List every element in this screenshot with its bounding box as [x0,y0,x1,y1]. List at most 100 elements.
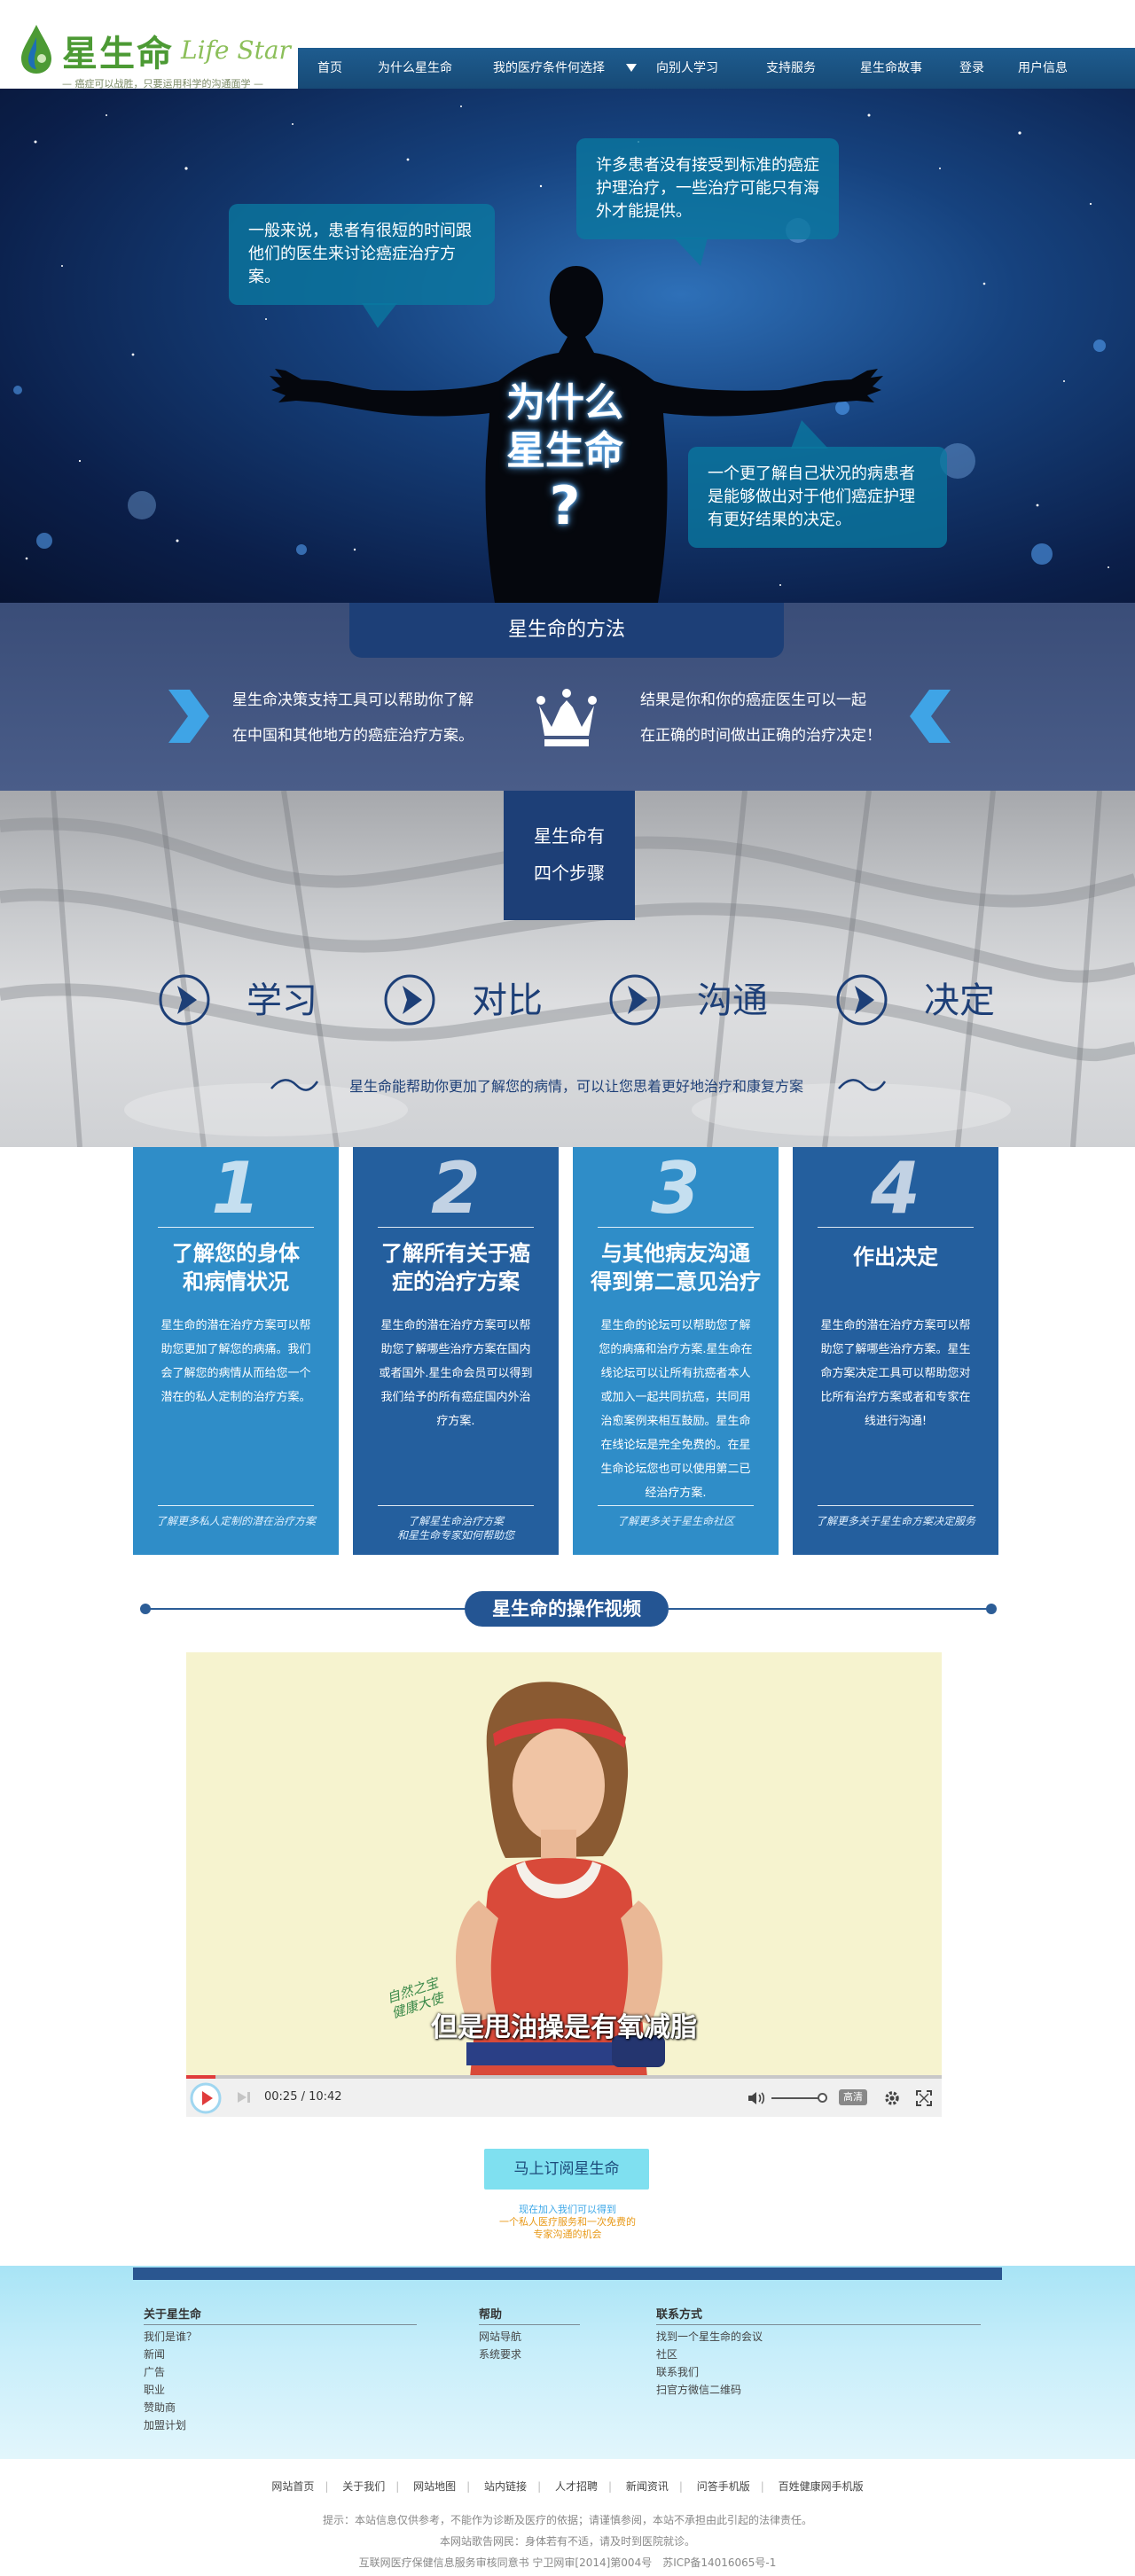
nav-user-info[interactable]: 用户信息 [1018,48,1068,89]
bottom-link-jobs[interactable]: 人才招聘 [544,2480,608,2493]
gear-icon[interactable] [883,2089,901,2107]
nav-stories[interactable]: 星生命故事 [860,48,922,89]
volume-icon[interactable] [747,2090,766,2106]
bottom-link-sitemap[interactable]: 网站地图 [403,2480,466,2493]
card-4-link[interactable]: 了解更多关于星生命方案决定服务 [798,1514,993,1528]
footer-link-sponsors[interactable]: 赞助商 [144,2399,176,2416]
volume-knob[interactable] [818,2093,827,2103]
bottom-link-health-mobile[interactable]: 百姓健康网手机版 [768,2480,874,2493]
nav-support[interactable]: 支持服务 [766,48,816,89]
four-steps-title-box: 星生命有 四个步骤 [504,791,635,920]
card-1-link-line1[interactable]: 了解更多私人定制的潜在治疗方案 [138,1514,333,1528]
card-1-link[interactable]: 了解更多私人定制的潜在治疗方案 [138,1514,333,1528]
four-steps-section: 星生命有 四个步骤 学习 对比 沟通 决定 星生命能帮助你更加了解您的病情，可以… [0,791,1135,1147]
video-time: 00:25 / 10:42 [264,2090,342,2104]
footer-link-meeting[interactable]: 找到一个星生命的会议 [656,2328,763,2346]
fullscreen-icon[interactable] [915,2089,933,2107]
play-circle-icon [836,974,888,1026]
site-logo[interactable]: 星生命 Life Star — 癌症可以战胜，只要运用科学的沟通面学 — [16,18,291,90]
footer-link-community[interactable]: 社区 [656,2346,677,2363]
footer-about-title: 关于星生命 [144,2308,202,2322]
card-1-number: 1 [211,1147,261,1229]
drop-logo-icon [21,25,51,74]
four-steps-note: 星生命能帮助你更加了解您的病情，可以让您思着更好地治疗和康复方案 [348,1078,803,1095]
footer-top-bar [133,2268,1002,2280]
method-section: 星生命的方法 星生命决策支持工具可以帮助你了解 在中国和其他地方的癌症治疗方案。… [0,603,1135,791]
bottom-link-news[interactable]: 新闻资讯 [615,2480,679,2493]
speech-bubble-left: 一般来说，患者有很短的时间跟他们的医生来讨论癌症治疗方案。 [229,204,495,328]
quality-button[interactable]: 高清 [839,2089,867,2105]
play-circle-icon [159,974,210,1026]
play-circle-icon [384,974,435,1026]
step-compare-label: 对比 [472,980,543,1021]
play-circle-icon [609,974,661,1026]
card-2-link[interactable]: 了解星生命治疗方案 和星生命专家如何帮助您 [358,1514,553,1542]
footer-link-sitemap-nav[interactable]: 网站导航 [479,2328,521,2346]
video-controls: 00:25 / 10:42 高清 [186,2075,942,2117]
card-divider [158,1505,314,1506]
video-progress-fill [186,2075,216,2079]
site-header: 星生命 Life Star — 癌症可以战胜，只要运用科学的沟通面学 — 首页 … [0,0,1135,90]
method-title: 星生命的方法 [349,603,784,658]
card-2-link-line1[interactable]: 了解星生命治疗方案 [358,1514,553,1528]
step-card-2: 2 了解所有关于癌 症的治疗方案 星生命的潜在治疗方案可以帮助您了解哪些治疗方案… [353,1147,559,1555]
footer-contact-title: 联系方式 [656,2308,703,2322]
nav-why[interactable]: 为什么星生命 [378,48,452,89]
card-2-number: 2 [431,1147,481,1229]
chevron-down-icon[interactable] [626,64,637,72]
card-2-link-line2[interactable]: 和星生命专家如何帮助您 [358,1528,553,1542]
step-learn[interactable]: 学习 [158,968,335,1030]
play-button-icon[interactable] [190,2082,222,2114]
legal-disclaimer: 提示：本站信息仅供参考，不能作为诊断及医疗的依据；请谨慎参阅，本站不承担由此引起… [322,2514,812,2526]
four-steps-title-line1: 星生命有 [534,825,605,847]
step-compare[interactable]: 对比 [383,968,560,1030]
chevron-left-icon [910,690,951,743]
volume-slider[interactable] [771,2097,821,2099]
footer-link-who[interactable]: 我们是谁？ [144,2328,197,2346]
bottom-link-home[interactable]: 网站首页 [261,2480,325,2493]
speech-bubble-right: 一个更了解自己状况的病患者是能够做出对于他们癌症护理有更好结果的决定。 [688,420,947,548]
nav-learn[interactable]: 向别人学习 [656,48,718,89]
divider-line [147,1608,466,1610]
nav-login[interactable]: 登录 [959,48,984,89]
next-button-icon[interactable] [236,2090,252,2104]
step-decide[interactable]: 决定 [835,968,1013,1030]
card-1-title: 了解您的身体 和病情状况 [142,1239,330,1296]
method-right-line2: 在正确的时间做出正确的治疗决定！ [640,727,881,745]
card-4-link-line1[interactable]: 了解更多关于星生命方案决定服务 [798,1514,993,1528]
card-3-link-line1[interactable]: 了解更多关于星生命社区 [578,1514,773,1528]
nav-conditions[interactable]: 我的医疗条件何选择 [493,48,605,89]
four-steps-title-line2: 四个步骤 [534,863,605,884]
step-communicate-label: 沟通 [697,980,768,1021]
bottom-link-internal[interactable]: 站内链接 [474,2480,537,2493]
footer-link-careers[interactable]: 职业 [144,2381,165,2399]
nav-home[interactable]: 首页 [317,48,342,89]
card-2-title-line1: 了解所有关于癌 [381,1241,530,1266]
footer-link-contact[interactable]: 联系我们 [656,2363,699,2381]
legal-license: 互联网医疗保健信息服务审核同意书 宁卫网审[2014]第004号 苏ICP备14… [358,2556,777,2569]
video-subtitle: 但是甩油操是有氧减脂 [431,2012,697,2043]
footer-link-wechat[interactable]: 扫官方微信二维码 [656,2381,741,2399]
bottom-link-about[interactable]: 关于我们 [332,2480,395,2493]
footer-link-requirements[interactable]: 系统要求 [479,2346,521,2363]
step-communicate[interactable]: 沟通 [608,968,786,1030]
divider-line [667,1608,990,1610]
video-player[interactable]: 自然之宝 健康大使 但是甩油操是有氧减脂 00:25 / 10:42 高清 [186,1652,942,2117]
footer-link-news[interactable]: 新闻 [144,2346,165,2363]
bottom-link-qa-mobile[interactable]: 问答手机版 [686,2480,761,2493]
link-separator: | [537,2480,542,2493]
method-right-text: 结果是你和你的癌症医生可以一起 在正确的时间做出正确的治疗决定！ [640,683,881,753]
speech-bubble-top: 许多患者没有接受到标准的癌症护理治疗，一些治疗可能只有海外才能提供。 [576,138,839,266]
card-3-link[interactable]: 了解更多关于星生命社区 [578,1514,773,1528]
footer-link-franchise[interactable]: 加盟计划 [144,2416,186,2434]
method-left-text: 星生命决策支持工具可以帮助你了解 在中国和其他地方的癌症治疗方案。 [232,683,474,753]
subscribe-button[interactable]: 马上订阅星生命 [484,2149,649,2190]
video-section-title: 星生命的操作视频 [465,1591,669,1627]
card-divider [818,1227,974,1228]
subscribe-promo-line1: 现在加入我们可以得到 [519,2204,616,2215]
link-separator: | [395,2480,400,2493]
video-progress-bar[interactable] [186,2075,942,2079]
step-card-1: 1 了解您的身体 和病情状况 星生命的潜在治疗方案可以帮助您更加了解您的病痛。我… [133,1147,339,1555]
footer-link-ads[interactable]: 广告 [144,2363,165,2381]
divider-dot [986,1604,997,1614]
